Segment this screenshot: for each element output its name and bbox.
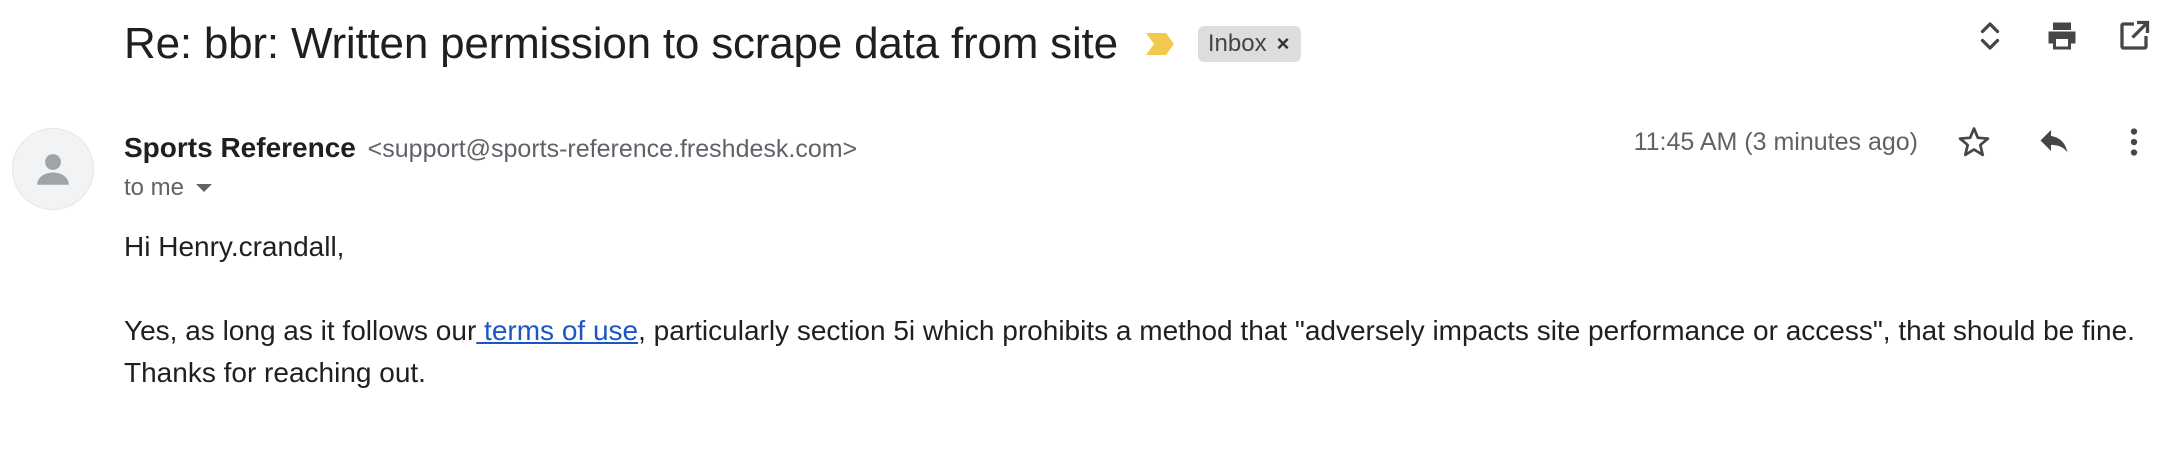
avatar[interactable] <box>12 128 94 210</box>
sender-line: Sports Reference <support@sports-referen… <box>124 132 857 164</box>
importance-marker-icon[interactable] <box>1144 31 1176 57</box>
sender-name[interactable]: Sports Reference <box>124 132 356 163</box>
inbox-label-text: Inbox <box>1207 30 1267 57</box>
remove-label-button[interactable]: × <box>1277 31 1290 57</box>
paragraph-text-before-link: Yes, as long as it follows our <box>124 315 477 346</box>
email-subject: Re: bbr: Written permission to scrape da… <box>124 19 1118 68</box>
greeting: Hi Henry.crandall, <box>124 231 345 262</box>
recipient-line: to me <box>124 174 185 201</box>
message-timestamp: 11:45 AM (3 minutes ago) <box>1633 127 1918 156</box>
star-icon[interactable] <box>1956 124 1992 160</box>
person-icon <box>37 154 69 185</box>
expand-collapse-icon[interactable] <box>1972 18 2008 54</box>
message-body: Hi Henry.crandall, Yes, as long as it fo… <box>124 226 2144 394</box>
print-icon[interactable] <box>2044 18 2080 54</box>
terms-of-use-link[interactable]: terms of use <box>476 315 638 346</box>
more-vertical-icon[interactable] <box>2116 124 2152 160</box>
reply-icon[interactable] <box>2036 124 2072 160</box>
message-paragraph: Yes, as long as it follows our terms of … <box>124 310 2144 394</box>
recipient-details-toggle[interactable]: to me <box>124 174 213 202</box>
open-in-new-window-icon[interactable] <box>2116 18 2152 54</box>
thread-actions <box>1972 18 2152 54</box>
message-meta: 11:45 AM (3 minutes ago) <box>1634 124 2152 160</box>
subject-row: Re: bbr: Written permission to scrape da… <box>124 12 1302 76</box>
inbox-label-chip[interactable]: Inbox × <box>1197 26 1302 62</box>
chevron-down-icon[interactable] <box>196 184 213 192</box>
sender-email: <support@sports-reference.freshdesk.com> <box>367 135 858 163</box>
